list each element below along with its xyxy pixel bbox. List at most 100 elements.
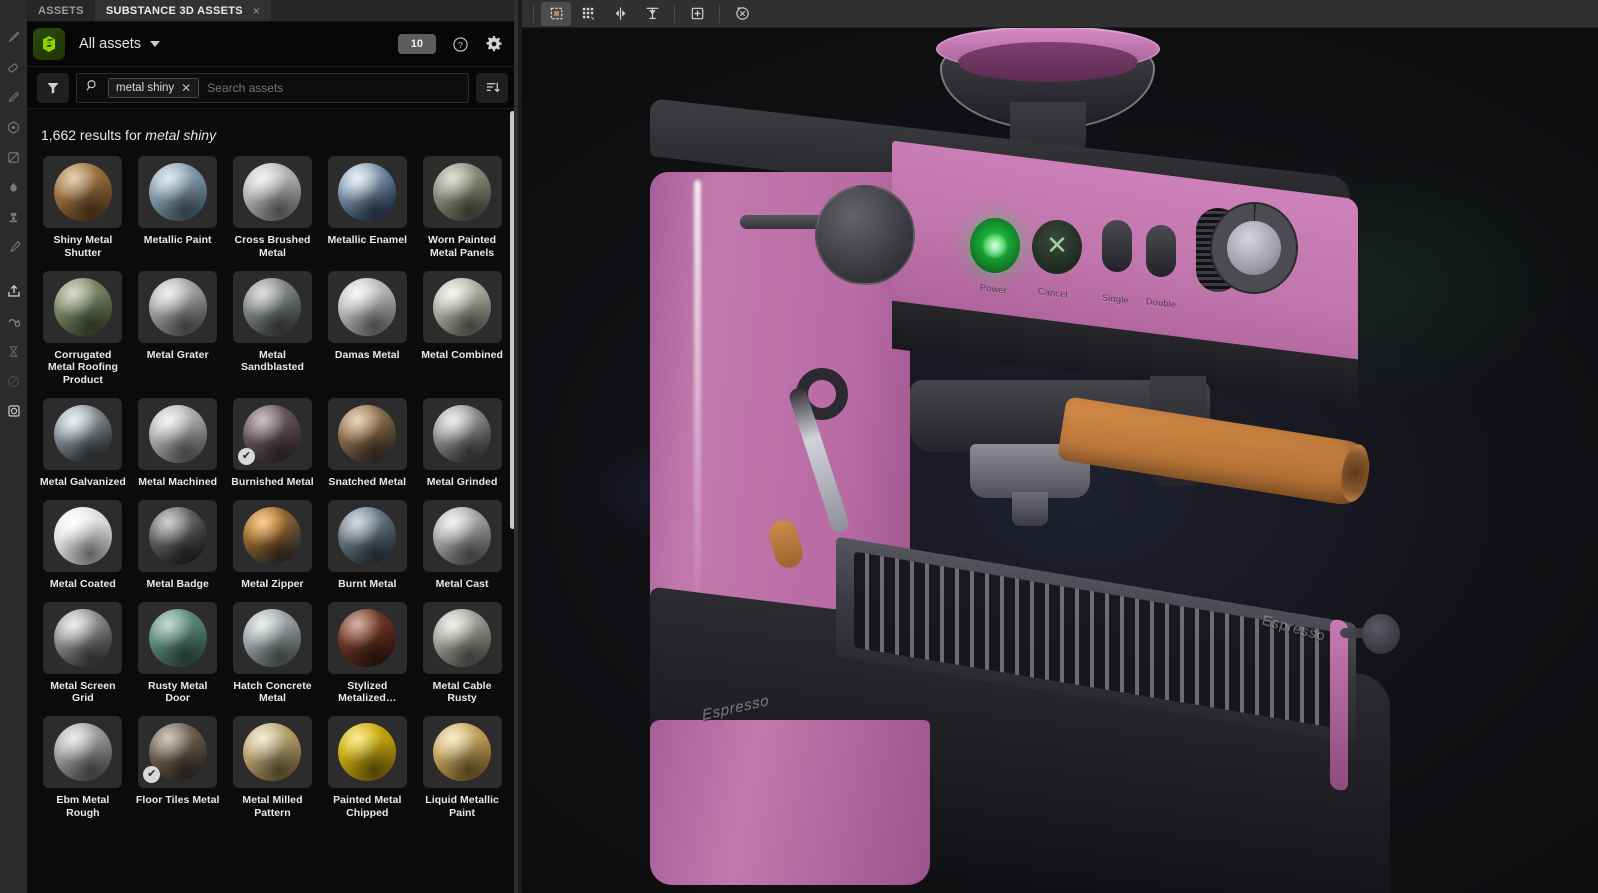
asset-thumbnail[interactable] bbox=[327, 397, 407, 470]
asset-card[interactable]: ✔ Burnished Metal bbox=[229, 397, 317, 500]
asset-thumbnail[interactable] bbox=[43, 156, 123, 228]
filter-funnel-icon[interactable] bbox=[37, 72, 69, 103]
asset-thumbnail[interactable] bbox=[138, 397, 218, 470]
texture-grid-icon[interactable] bbox=[573, 2, 603, 26]
mirror-plane-icon[interactable] bbox=[637, 2, 667, 26]
asset-card[interactable]: Metal Cast bbox=[418, 499, 506, 602]
asset-card[interactable]: Metal Badge bbox=[134, 499, 222, 602]
clone-stamp-icon[interactable] bbox=[2, 202, 26, 232]
count-badge[interactable]: 10 bbox=[397, 34, 436, 54]
material-sphere-preview bbox=[433, 277, 492, 336]
asset-thumbnail[interactable] bbox=[232, 499, 312, 572]
asset-thumbnail[interactable] bbox=[327, 156, 407, 228]
asset-thumbnail[interactable] bbox=[327, 270, 407, 343]
asset-card[interactable]: Painted Metal Chipped bbox=[323, 716, 411, 831]
asset-thumbnail[interactable] bbox=[422, 397, 502, 470]
asset-thumbnail[interactable] bbox=[43, 499, 123, 572]
asset-card[interactable]: Metal Combined bbox=[418, 270, 506, 398]
material-sphere-preview bbox=[148, 163, 207, 221]
add-frame-icon[interactable] bbox=[682, 2, 712, 26]
gear-icon[interactable] bbox=[484, 34, 504, 54]
search-box[interactable]: metal shiny ✕ bbox=[76, 72, 469, 103]
asset-thumbnail[interactable] bbox=[327, 716, 407, 789]
asset-card[interactable]: Stylized Metalized… bbox=[323, 601, 411, 717]
asset-thumbnail[interactable] bbox=[43, 397, 123, 470]
asset-card[interactable]: Ebm Metal Rough bbox=[39, 716, 127, 831]
asset-card[interactable]: Burnt Metal bbox=[323, 499, 411, 602]
tab-assets[interactable]: ASSETS bbox=[27, 0, 95, 21]
link-icon[interactable] bbox=[2, 366, 26, 396]
pen-icon[interactable] bbox=[2, 82, 26, 112]
asset-card[interactable]: Metallic Paint bbox=[134, 156, 222, 271]
asset-thumbnail[interactable] bbox=[232, 156, 312, 228]
tab-assets-label: ASSETS bbox=[38, 4, 84, 17]
search-input[interactable] bbox=[207, 80, 460, 95]
asset-thumbnail[interactable] bbox=[43, 270, 123, 343]
asset-card[interactable]: Hatch Concrete Metal bbox=[229, 601, 317, 717]
asset-thumbnail[interactable] bbox=[327, 601, 407, 674]
power-button bbox=[970, 218, 1020, 273]
render-icon[interactable] bbox=[2, 396, 26, 426]
asset-card[interactable]: Metal Sandblasted bbox=[229, 270, 317, 398]
asset-thumbnail[interactable] bbox=[422, 601, 502, 674]
asset-thumbnail[interactable] bbox=[43, 716, 123, 789]
panel-resize-divider[interactable] bbox=[514, 0, 518, 893]
asset-card[interactable]: Shiny Metal Shutter bbox=[39, 156, 127, 271]
asset-thumbnail[interactable]: ✔ bbox=[138, 716, 218, 789]
asset-card[interactable]: Metal Grater bbox=[134, 270, 222, 398]
asset-thumbnail[interactable] bbox=[138, 499, 218, 572]
asset-thumbnail[interactable] bbox=[232, 270, 312, 343]
asset-thumbnail[interactable] bbox=[327, 499, 407, 572]
asset-thumbnail[interactable]: ✔ bbox=[232, 397, 312, 470]
asset-card[interactable]: Snatched Metal bbox=[323, 397, 411, 500]
asset-thumbnail[interactable] bbox=[422, 270, 502, 343]
asset-thumbnail[interactable] bbox=[138, 270, 218, 343]
asset-card[interactable]: Metal Milled Pattern bbox=[229, 716, 317, 831]
asset-thumbnail[interactable] bbox=[138, 156, 218, 228]
paint-brush-icon[interactable] bbox=[2, 22, 26, 52]
tab-substance-3d-assets[interactable]: SUBSTANCE 3D ASSETS × bbox=[94, 0, 272, 21]
asset-card[interactable]: Cross Brushed Metal bbox=[229, 156, 317, 271]
asset-card[interactable]: Damas Metal bbox=[323, 270, 411, 398]
asset-card[interactable]: Rusty Metal Door bbox=[134, 601, 222, 717]
close-icon[interactable]: × bbox=[253, 4, 260, 18]
geometry-fill-icon[interactable] bbox=[2, 112, 26, 142]
library-selector[interactable]: All assets bbox=[79, 36, 161, 52]
asset-card[interactable]: Corrugated Metal Roofing Product bbox=[39, 270, 127, 398]
close-icon[interactable]: ✕ bbox=[181, 81, 191, 95]
sort-descending-icon[interactable] bbox=[476, 72, 508, 103]
asset-card[interactable]: Metal Coated bbox=[39, 499, 127, 602]
asset-thumbnail[interactable] bbox=[232, 601, 312, 674]
hourglass-icon[interactable] bbox=[2, 336, 26, 366]
asset-card[interactable]: Metal Screen Grid bbox=[39, 601, 127, 717]
asset-card[interactable]: Metallic Enamel bbox=[323, 156, 411, 271]
bake-icon[interactable] bbox=[2, 306, 26, 336]
reset-camera-icon[interactable] bbox=[727, 2, 757, 26]
espresso-machine-model[interactable]: Power Cancel Single Double Espresso Es bbox=[640, 20, 1440, 893]
uv-frame-icon[interactable] bbox=[541, 1, 571, 26]
asset-card[interactable]: Metal Grinded bbox=[418, 397, 506, 500]
asset-card[interactable]: Metal Cable Rusty bbox=[418, 601, 506, 717]
export-icon[interactable] bbox=[2, 276, 26, 306]
asset-card[interactable]: Metal Machined bbox=[134, 397, 222, 500]
eyedropper-icon[interactable] bbox=[2, 232, 26, 262]
help-circle-icon[interactable]: ? bbox=[450, 34, 470, 54]
eraser-icon[interactable] bbox=[2, 52, 26, 82]
asset-thumbnail[interactable] bbox=[422, 499, 502, 572]
asset-card[interactable]: Liquid Metallic Paint bbox=[418, 716, 506, 831]
symmetry-icon[interactable] bbox=[605, 2, 635, 26]
asset-card[interactable]: Metal Galvanized bbox=[39, 397, 127, 500]
asset-thumbnail[interactable] bbox=[422, 716, 502, 789]
projection-icon[interactable] bbox=[2, 142, 26, 172]
asset-card[interactable]: ✔ Floor Tiles Metal bbox=[134, 716, 222, 831]
search-icon bbox=[85, 78, 100, 98]
asset-card[interactable]: Metal Zipper bbox=[229, 499, 317, 602]
search-chip[interactable]: metal shiny ✕ bbox=[108, 77, 200, 98]
asset-card[interactable]: Worn Painted Metal Panels bbox=[418, 156, 506, 271]
asset-thumbnail[interactable] bbox=[232, 716, 312, 789]
3d-viewport[interactable]: Power Cancel Single Double Espresso Es bbox=[522, 0, 1598, 893]
asset-thumbnail[interactable] bbox=[43, 601, 123, 674]
smudge-icon[interactable] bbox=[2, 172, 26, 202]
asset-thumbnail[interactable] bbox=[422, 156, 502, 228]
asset-thumbnail[interactable] bbox=[138, 601, 218, 674]
